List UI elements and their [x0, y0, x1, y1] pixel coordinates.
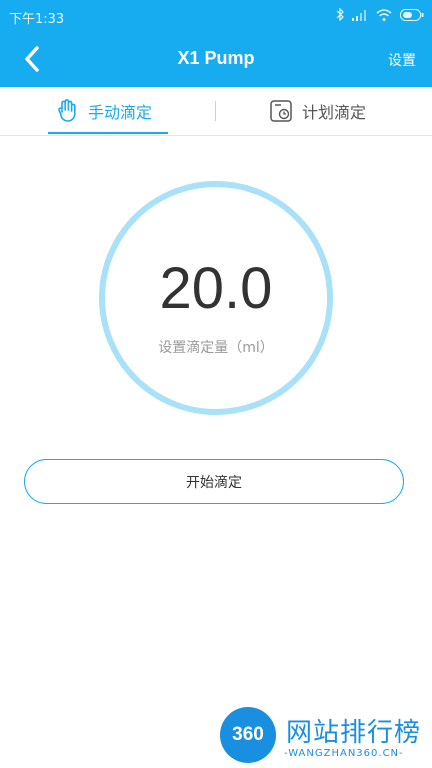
watermark-logo: 360 — [220, 707, 276, 763]
battery-icon — [400, 8, 424, 21]
tab-label: 手动滴定 — [88, 103, 153, 122]
wifi-icon — [376, 8, 392, 21]
dose-amount-label: 设置滴定量（ml） — [158, 340, 274, 356]
tab-scheduled-dosing[interactable]: 计划滴定 — [270, 87, 366, 135]
dose-amount-value: 20.0 — [159, 256, 273, 321]
hand-icon — [58, 99, 76, 122]
watermark-title: 网站排行榜 — [286, 718, 422, 748]
status-time: 下午1:33 — [9, 12, 65, 27]
active-tab-indicator — [48, 132, 168, 134]
status-bar: 下午1:33 — [0, 0, 432, 32]
dose-amount-dial[interactable]: 20.0 设置滴定量（ml） — [99, 181, 333, 415]
tab-divider — [215, 101, 216, 121]
signal-icon — [352, 9, 366, 21]
watermark: 360 网站排行榜 -WANGZHAN360.CN- — [220, 704, 432, 768]
app-bar: X1 Pump 设置 — [0, 32, 432, 87]
tab-label: 计划滴定 — [302, 103, 367, 122]
start-dosing-button[interactable]: 开始滴定 — [24, 459, 404, 504]
bluetooth-icon — [336, 8, 344, 21]
schedule-icon — [270, 100, 292, 122]
tab-bar: 手动滴定 计划滴定 — [0, 87, 432, 136]
tab-manual-dosing[interactable]: 手动滴定 — [56, 87, 152, 135]
settings-button[interactable]: 设置 — [388, 50, 416, 70]
page-title: X1 Pump — [177, 48, 255, 68]
watermark-subtitle: -WANGZHAN360.CN- — [284, 748, 404, 759]
status-icons — [336, 8, 424, 21]
